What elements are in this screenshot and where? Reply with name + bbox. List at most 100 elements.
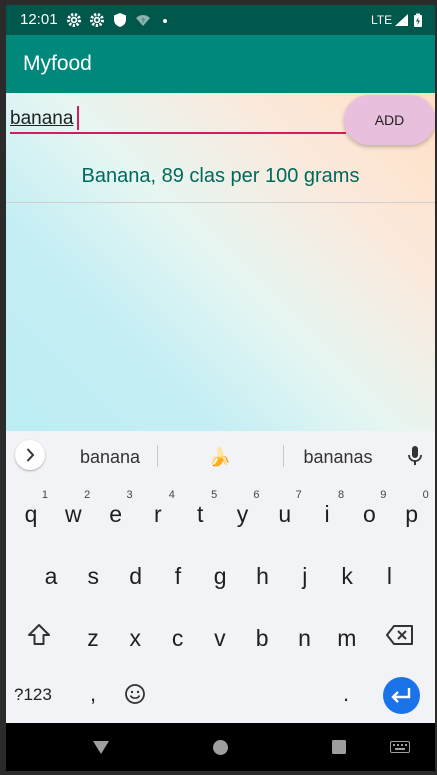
back-triangle-icon[interactable] bbox=[92, 739, 110, 755]
backspace-icon[interactable] bbox=[385, 623, 415, 647]
shield-icon bbox=[114, 13, 126, 27]
key-n[interactable]: n bbox=[284, 611, 326, 661]
dot-icon bbox=[163, 19, 167, 23]
soft-keyboard: banana 🍌 bananas 1q2w3e4r5t6y7u8i9o0p as… bbox=[6, 431, 435, 723]
key-label: p bbox=[405, 501, 419, 527]
key-o[interactable]: 9o bbox=[348, 487, 390, 537]
key-label: k bbox=[341, 563, 353, 589]
key-d[interactable]: d bbox=[115, 549, 157, 599]
suggestion-item[interactable]: banana bbox=[60, 447, 160, 468]
comma-key[interactable]: , bbox=[90, 681, 96, 707]
food-input-value: banana bbox=[10, 108, 74, 129]
key-label: n bbox=[298, 625, 311, 651]
phone-screen: 12:01 ? LTE Myfood b anana ADD Banana, 89… bbox=[6, 5, 435, 771]
suggestion-bar: banana 🍌 bananas bbox=[6, 431, 435, 477]
key-v[interactable]: v bbox=[199, 611, 241, 661]
key-label: e bbox=[109, 501, 122, 527]
key-f[interactable]: f bbox=[157, 549, 199, 599]
key-h[interactable]: h bbox=[242, 549, 284, 599]
microphone-icon[interactable] bbox=[406, 445, 424, 467]
key-number-hint: 3 bbox=[126, 489, 133, 501]
chevron-right-icon bbox=[26, 448, 35, 462]
key-l[interactable]: l bbox=[368, 549, 410, 599]
suggestion-emoji[interactable]: 🍌 bbox=[170, 447, 270, 468]
navigation-bar bbox=[6, 723, 435, 771]
wifi-icon: ? bbox=[136, 15, 150, 26]
key-m[interactable]: m bbox=[326, 611, 368, 661]
key-label: a bbox=[44, 563, 58, 589]
key-j[interactable]: j bbox=[284, 549, 326, 599]
key-label: u bbox=[278, 501, 292, 527]
key-w[interactable]: 2w bbox=[52, 487, 94, 537]
key-u[interactable]: 7u bbox=[264, 487, 306, 537]
key-label: s bbox=[87, 563, 100, 589]
key-e[interactable]: 3e bbox=[95, 487, 137, 537]
suggestion-divider bbox=[283, 445, 284, 467]
key-r[interactable]: 4r bbox=[137, 487, 179, 537]
main-content: banana ADD Banana, 89 clas per 100 grams bbox=[6, 93, 435, 431]
home-circle-icon[interactable] bbox=[212, 739, 229, 756]
shift-icon[interactable] bbox=[26, 622, 52, 648]
enter-arrow-icon bbox=[391, 688, 411, 703]
key-a[interactable]: a bbox=[30, 549, 72, 599]
keyboard-switch-icon[interactable] bbox=[390, 741, 410, 753]
key-label: w bbox=[64, 501, 82, 527]
key-label: j bbox=[302, 563, 308, 589]
key-number-hint: 8 bbox=[337, 489, 345, 501]
key-p[interactable]: 0p bbox=[391, 487, 433, 537]
key-number-hint: 4 bbox=[168, 489, 175, 501]
key-label: z bbox=[87, 625, 99, 651]
key-label: b bbox=[255, 625, 269, 651]
key-g[interactable]: g bbox=[199, 549, 241, 599]
key-k[interactable]: k bbox=[326, 549, 368, 599]
status-time: 12:01 bbox=[20, 11, 58, 28]
key-z[interactable]: z bbox=[72, 611, 114, 661]
symbols-key[interactable]: ?123 bbox=[14, 685, 52, 705]
key-s[interactable]: s bbox=[72, 549, 114, 599]
key-label: l bbox=[386, 563, 392, 589]
key-label: x bbox=[129, 625, 142, 651]
key-label: d bbox=[129, 563, 142, 589]
suggestion-item[interactable]: bananas bbox=[288, 447, 388, 468]
recents-square-icon[interactable] bbox=[331, 739, 347, 755]
key-i[interactable]: 8i bbox=[306, 487, 348, 537]
key-number-hint: 7 bbox=[295, 489, 302, 501]
app-title: Myfood bbox=[23, 52, 92, 75]
network-label: LTE bbox=[371, 13, 393, 27]
add-button[interactable]: ADD bbox=[344, 95, 435, 145]
key-label: t bbox=[196, 501, 204, 527]
signal-icon bbox=[395, 14, 408, 26]
food-input[interactable]: banana bbox=[10, 104, 346, 134]
key-label: g bbox=[213, 563, 227, 589]
key-label: q bbox=[24, 501, 38, 527]
space-key[interactable] bbox=[164, 679, 324, 713]
key-label: o bbox=[362, 501, 376, 527]
calorie-result: Banana, 89 clas per 100 grams bbox=[81, 165, 360, 187]
key-label: m bbox=[337, 625, 357, 651]
key-q[interactable]: 1q bbox=[10, 487, 52, 537]
divider bbox=[6, 202, 435, 203]
key-t[interactable]: 5t bbox=[179, 487, 221, 537]
key-label: f bbox=[174, 563, 182, 589]
app-bar: Myfood bbox=[6, 35, 435, 93]
expand-toolbar-button[interactable] bbox=[15, 440, 45, 470]
battery-icon bbox=[414, 13, 422, 27]
key-label: c bbox=[171, 625, 184, 651]
gear-icon bbox=[67, 13, 81, 27]
key-c[interactable]: c bbox=[157, 611, 199, 661]
key-label: y bbox=[236, 501, 249, 527]
status-bar: 12:01 ? LTE bbox=[6, 5, 435, 35]
key-label: r bbox=[154, 501, 162, 527]
key-y[interactable]: 6y bbox=[222, 487, 264, 537]
key-x[interactable]: x bbox=[114, 611, 156, 661]
key-number-hint: 9 bbox=[380, 489, 387, 501]
text-caret bbox=[77, 106, 79, 130]
period-key[interactable]: . bbox=[343, 681, 349, 707]
emoji-icon[interactable] bbox=[124, 683, 146, 705]
suggestion-divider bbox=[157, 445, 158, 467]
key-label: i bbox=[324, 501, 330, 527]
enter-key[interactable] bbox=[383, 677, 420, 714]
key-b[interactable]: b bbox=[241, 611, 283, 661]
key-label: v bbox=[214, 625, 226, 651]
key-number-hint: 6 bbox=[253, 489, 260, 501]
